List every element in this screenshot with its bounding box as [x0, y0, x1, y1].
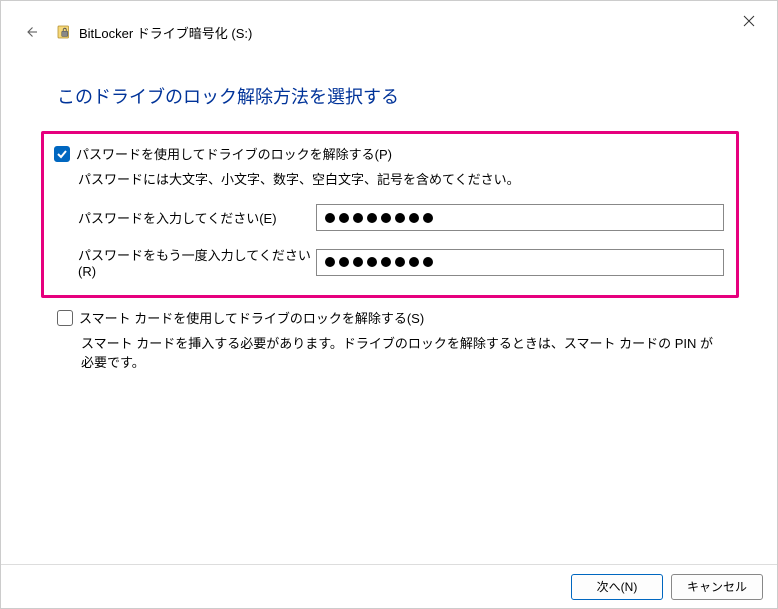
close-button[interactable]: [729, 7, 769, 35]
password-label: パスワードを入力してください(E): [78, 208, 316, 227]
password-checkbox[interactable]: [54, 146, 70, 162]
smartcard-checkbox-label: スマート カードを使用してドライブのロックを解除する(S): [79, 308, 424, 327]
password-confirm-field-row: パスワードをもう一度入力してください(R): [78, 245, 724, 279]
cancel-button[interactable]: キャンセル: [671, 574, 763, 600]
page-heading: このドライブのロック解除方法を選択する: [57, 83, 721, 109]
smartcard-hint: スマート カードを挿入する必要があります。ドライブのロックを解除するときは、スマ…: [81, 333, 721, 371]
window-title: BitLocker ドライブ暗号化 (S:): [79, 23, 252, 42]
password-option-group: パスワードを使用してドライブのロックを解除する(P) パスワードには大文字、小文…: [41, 131, 739, 298]
password-confirm-label: パスワードをもう一度入力してください(R): [78, 245, 316, 279]
password-confirm-value: [325, 250, 715, 275]
password-field-row: パスワードを入力してください(E): [78, 204, 724, 231]
password-value: [325, 205, 715, 230]
back-button[interactable]: [17, 18, 45, 46]
password-checkbox-label: パスワードを使用してドライブのロックを解除する(P): [76, 144, 392, 163]
smartcard-checkbox-row[interactable]: スマート カードを使用してドライブのロックを解除する(S): [57, 308, 721, 327]
password-input[interactable]: [316, 204, 724, 231]
password-checkbox-row[interactable]: パスワードを使用してドライブのロックを解除する(P): [54, 144, 724, 163]
content-area: このドライブのロック解除方法を選択する パスワードを使用してドライブのロックを解…: [1, 43, 777, 371]
next-button[interactable]: 次へ(N): [571, 574, 663, 600]
titlebar: BitLocker ドライブ暗号化 (S:): [1, 1, 777, 43]
bitlocker-icon: [55, 23, 73, 41]
password-hint: パスワードには大文字、小文字、数字、空白文字、記号を含めてください。: [78, 169, 724, 188]
password-confirm-input[interactable]: [316, 249, 724, 276]
smartcard-checkbox[interactable]: [57, 310, 73, 326]
footer: 次へ(N) キャンセル: [1, 564, 777, 608]
